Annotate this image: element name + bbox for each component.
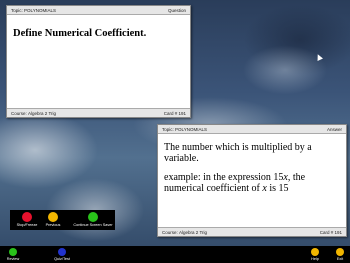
course-label: Course: <box>162 230 178 235</box>
blue-circle-icon <box>58 248 66 256</box>
exit-button[interactable]: Exit <box>332 248 348 262</box>
quiz-test-label: Quiz/Test <box>54 257 70 261</box>
screensaver-controls: Stop/Freeze Previous Continue Screen Sav… <box>10 210 115 230</box>
answer-example: example: in the expression 15x, the nume… <box>164 172 340 194</box>
yellow-circle-icon <box>336 248 344 256</box>
answer-card: Topic: POLYNOMIALS Answer The number whi… <box>157 124 347 237</box>
question-card-footer: Course: Algebra 2 Trig Card # 191 <box>7 108 190 117</box>
help-button[interactable]: Help <box>307 248 323 262</box>
continue-screen-saver-button[interactable]: Continue Screen Saver <box>71 212 115 228</box>
previous-label: Previous <box>45 223 61 227</box>
yellow-circle-icon <box>311 248 319 256</box>
example-variable-2: x <box>262 182 267 194</box>
exit-label: Exit <box>336 257 344 261</box>
course-value: Algebra 2 Trig <box>28 111 57 116</box>
card-side-label: Answer <box>326 127 342 132</box>
answer-definition: The number which is multiplied by a vari… <box>164 142 312 164</box>
topic-field: Topic: POLYNOMIALS <box>11 6 56 15</box>
topic-value: POLYNOMIALS <box>175 127 207 132</box>
review-label: Review <box>6 257 20 261</box>
answer-card-header: Topic: POLYNOMIALS Answer <box>158 125 346 134</box>
answer-text: The number which is multiplied by a vari… <box>164 142 340 203</box>
green-circle-icon <box>88 212 98 222</box>
example-prefix: example: in the expression 15 <box>164 172 284 183</box>
course-field: Course: Algebra 2 Trig <box>11 109 56 118</box>
course-value: Algebra 2 Trig <box>179 230 208 235</box>
red-circle-icon <box>22 212 32 222</box>
mouse-cursor-icon <box>315 53 323 61</box>
previous-button[interactable]: Previous <box>36 212 70 228</box>
example-suffix: is 15 <box>269 182 289 194</box>
review-button[interactable]: Review <box>3 248 23 262</box>
topic-label: Topic: <box>162 127 174 132</box>
stop-freeze-label: Stop/Freeze <box>16 223 38 227</box>
question-card-header: Topic: POLYNOMIALS Question <box>7 6 190 15</box>
continue-label: Continue Screen Saver <box>73 223 113 227</box>
card-number: Card # 191 <box>319 230 342 235</box>
question-card: Topic: POLYNOMIALS Question Define Numer… <box>6 5 191 118</box>
topic-value: POLYNOMIALS <box>24 8 56 13</box>
card-side-label: Question <box>167 8 186 13</box>
bottom-toolbar: Review Quiz/Test Help Exit <box>0 246 350 263</box>
course-field: Course: Algebra 2 Trig <box>162 228 207 237</box>
question-text: Define Numerical Coefficient. <box>13 28 147 39</box>
yellow-circle-icon <box>48 212 58 222</box>
green-circle-icon <box>9 248 17 256</box>
course-label: Course: <box>11 111 27 116</box>
card-number: Card # 191 <box>163 111 186 116</box>
help-label: Help <box>311 257 319 261</box>
topic-field: Topic: POLYNOMIALS <box>162 125 207 134</box>
quiz-test-button[interactable]: Quiz/Test <box>50 248 74 262</box>
topic-label: Topic: <box>11 8 23 13</box>
answer-card-footer: Course: Algebra 2 Trig Card # 191 <box>158 227 346 236</box>
